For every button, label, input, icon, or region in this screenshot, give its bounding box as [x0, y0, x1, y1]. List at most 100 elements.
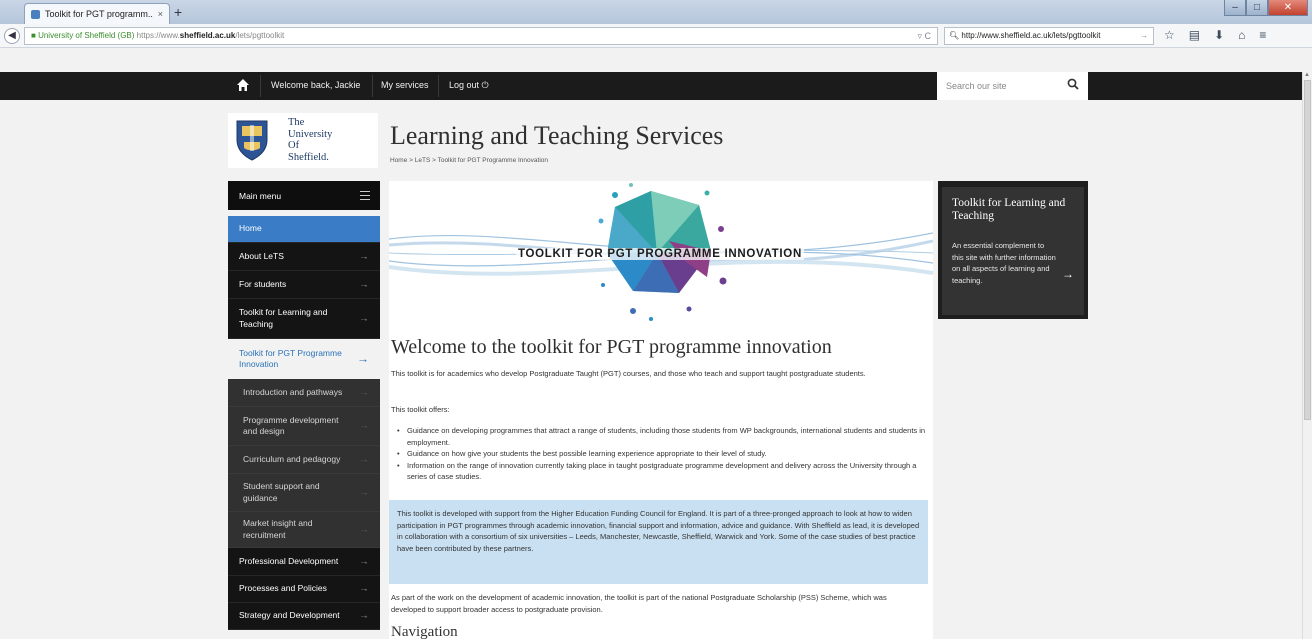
toolkit-promo-box[interactable]: Toolkit for Learning and Teaching An ess… — [938, 181, 1088, 319]
offers-label: This toolkit offers: — [391, 405, 450, 414]
new-tab-button[interactable]: + — [174, 4, 182, 20]
university-logo[interactable]: The University Of Sheffield. — [228, 113, 378, 168]
address-bar[interactable]: ■ University of Sheffield (GB) https://w… — [24, 27, 938, 45]
window-controls: – □ ✕ — [1224, 0, 1308, 16]
reload-icon[interactable]: ▿ C — [917, 28, 931, 44]
submenu-item-introduction[interactable]: Introduction and pathways → — [228, 379, 380, 407]
submenu-item-programme-development[interactable]: Programme development and design → — [228, 407, 380, 446]
logout-link[interactable]: Log out ⏻ — [449, 80, 489, 91]
home-icon[interactable] — [236, 78, 250, 92]
browser-tab[interactable]: Toolkit for PGT programm... × — [24, 3, 170, 24]
menu-item-label: Professional Development — [239, 555, 339, 566]
browser-toolbar: ◀ ■ University of Sheffield (GB) https:/… — [0, 24, 1312, 48]
submenu-item-curriculum[interactable]: Curriculum and pedagogy → — [228, 446, 380, 474]
page-title[interactable]: Learning and Teaching Services — [390, 121, 723, 151]
arrow-right-icon: → — [359, 610, 369, 622]
tab-close-button[interactable]: × — [158, 9, 163, 19]
url-domain: sheffield.ac.uk — [179, 31, 236, 40]
arrow-right-icon: → — [359, 453, 369, 465]
arrow-right-icon: → — [359, 420, 369, 432]
menu-item-home[interactable]: Home — [228, 216, 380, 243]
breadcrumb[interactable]: Home > LeTS > Toolkit for PGT Programme … — [390, 157, 548, 164]
star-icon[interactable]: ☆ — [1164, 28, 1175, 42]
submenu-item-market-insight[interactable]: Market insight and recruitment → — [228, 512, 380, 548]
menu-item-toolkit-pgt[interactable]: Toolkit for PGT Programme Innovation → — [228, 339, 380, 379]
hamburger-icon[interactable] — [360, 191, 370, 200]
menu-item-for-students[interactable]: For students → — [228, 271, 380, 299]
my-services-link[interactable]: My services — [381, 80, 429, 90]
main-menu-title: Main menu — [239, 191, 282, 201]
offers-list: Guidance on developing programmes that a… — [397, 425, 927, 483]
menu-icon[interactable]: ≡ — [1259, 28, 1266, 42]
arrow-right-icon: → — [359, 312, 369, 324]
minimize-button[interactable]: – — [1224, 0, 1246, 16]
menu-item-label: Programme development and design — [243, 414, 339, 437]
search-icon[interactable] — [1067, 78, 1079, 90]
close-window-button[interactable]: ✕ — [1268, 0, 1308, 16]
main-content: TOOLKIT FOR PGT PROGRAMME INNOVATION Wel… — [389, 181, 933, 639]
crest-icon — [236, 120, 268, 161]
tab-title: Toolkit for PGT programm... — [45, 9, 153, 19]
promo-description: An essential complement to this site wit… — [952, 241, 1056, 285]
power-icon: ⏻ — [481, 80, 489, 90]
arrow-right-icon: → — [359, 583, 369, 595]
toolbar-icons: ☆ ▤ ⬇ ⌂ ≡ — [1164, 28, 1266, 42]
university-name: The University Of Sheffield. — [288, 117, 332, 163]
scroll-thumb[interactable] — [1304, 80, 1311, 420]
menu-item-label: Toolkit for PGT Programme Innovation — [239, 347, 342, 370]
menu-item-label: Home — [239, 223, 262, 234]
back-icon[interactable]: ◀ — [4, 28, 20, 44]
menu-item-toolkit-learning-teaching[interactable]: Toolkit for Learning and Teaching → — [228, 299, 380, 339]
browser-search-value: http://www.sheffield.ac.uk/lets/pgttoolk… — [961, 31, 1101, 40]
arrow-right-icon: → — [357, 351, 369, 366]
welcome-text: Welcome back, Jackie — [271, 80, 361, 90]
logo-line: University — [288, 128, 333, 140]
submenu-item-student-support[interactable]: Student support and guidance → — [228, 474, 380, 512]
logout-label: Log out — [449, 80, 480, 90]
arrow-right-icon: → — [359, 250, 369, 262]
banner-graphic — [389, 183, 933, 321]
hefce-callout: This toolkit is developed with support f… — [389, 500, 928, 584]
intro-paragraph: This toolkit is for academics who develo… — [391, 369, 866, 378]
divider — [438, 75, 439, 97]
banner-title: TOOLKIT FOR PGT PROGRAMME INNOVATION — [516, 248, 804, 260]
menu-item-strategy-development[interactable]: Strategy and Development → — [228, 603, 380, 630]
main-menu-header[interactable]: Main menu — [228, 181, 380, 210]
menu-item-label: Toolkit for Learning and Teaching — [239, 307, 328, 329]
site-identity[interactable]: University of Sheffield (GB) — [38, 31, 134, 40]
browser-tab-strip: Toolkit for PGT programm... × + – □ ✕ — [0, 0, 1312, 24]
scroll-up-icon[interactable]: ▲ — [1304, 72, 1310, 78]
site-search-input[interactable]: Search our site — [937, 72, 1088, 100]
page-scrollbar[interactable]: ▲ — [1302, 72, 1312, 639]
browser-search-icon: 🔍︎ — [949, 31, 962, 40]
divider — [372, 75, 373, 97]
maximize-button[interactable]: □ — [1246, 0, 1268, 16]
menu-item-about-lets[interactable]: About LeTS → — [228, 243, 380, 271]
promo-title[interactable]: Toolkit for Learning and Teaching — [952, 197, 1074, 223]
bookmarks-icon[interactable]: ▤ — [1189, 28, 1200, 42]
search-go-icon[interactable]: → — [1140, 28, 1148, 44]
logo-line: Of — [288, 140, 300, 151]
menu-item-professional-development[interactable]: Professional Development → — [228, 548, 380, 576]
url-protocol: https://www. — [136, 31, 180, 40]
browser-search-field[interactable]: 🔍︎ http://www.sheffield.ac.uk/lets/pgtto… — [944, 27, 1154, 45]
arrow-right-icon[interactable]: → — [1062, 267, 1074, 281]
list-item: Guidance on developing programmes that a… — [397, 425, 927, 448]
arrow-right-icon: → — [359, 386, 369, 398]
logo-line: The — [288, 117, 305, 128]
menu-item-label: Strategy and Development — [239, 610, 340, 621]
download-icon[interactable]: ⬇ — [1214, 28, 1224, 42]
arrow-right-icon: → — [359, 486, 369, 498]
arrow-right-icon: → — [359, 523, 369, 535]
favicon-icon — [31, 9, 40, 19]
list-item: Guidance on how give your students the b… — [397, 448, 927, 460]
logo-line: Sheffield. — [288, 151, 329, 163]
promo-inner: Toolkit for Learning and Teaching An ess… — [942, 187, 1084, 315]
site-top-bar: Welcome back, Jackie My services Log out… — [0, 72, 1312, 100]
menu-item-label: Introduction and pathways — [243, 386, 343, 397]
home-icon[interactable]: ⌂ — [1238, 28, 1245, 42]
lock-icon: ■ — [31, 31, 36, 40]
menu-item-label: About LeTS — [239, 250, 284, 261]
navigation-heading: Navigation — [391, 624, 458, 639]
menu-item-processes-policies[interactable]: Processes and Policies → — [228, 576, 380, 603]
